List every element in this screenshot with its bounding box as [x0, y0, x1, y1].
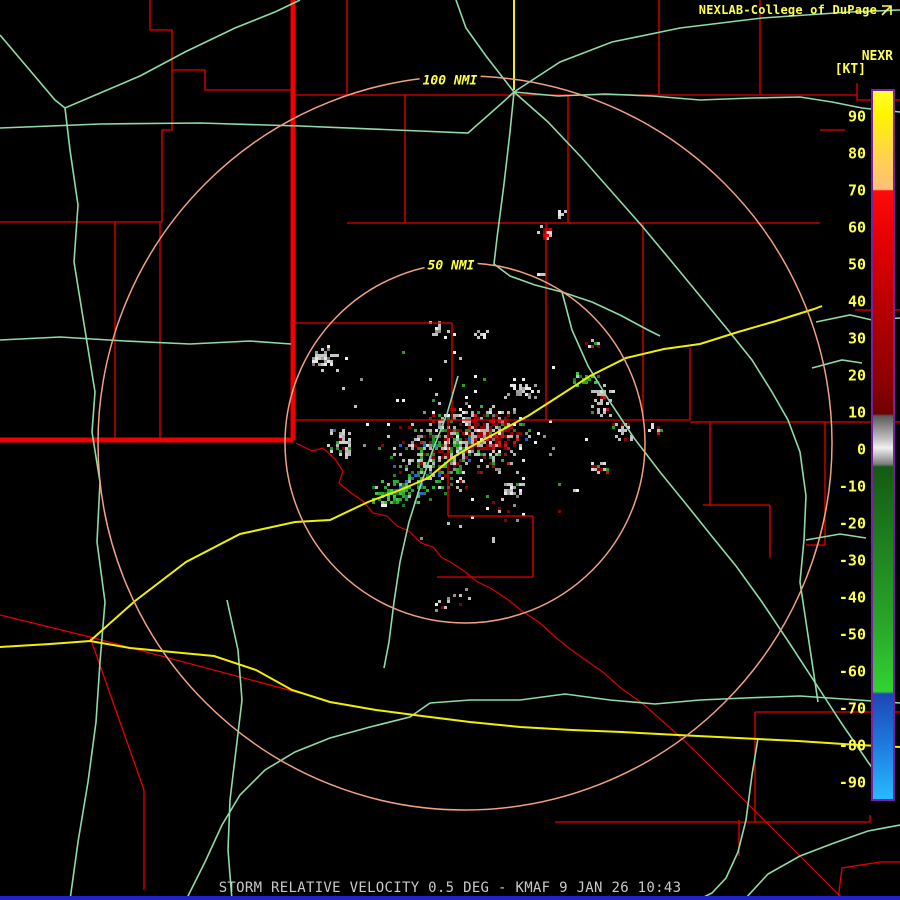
brand-text: NEXLAB-College of DuPage — [698, 3, 877, 17]
colorbar-tick-label: 80 — [847, 144, 866, 163]
colorbar-tick-label: 90 — [847, 107, 866, 126]
colorbar-tick-label: -70 — [838, 699, 866, 718]
colorbar-tick-label: 20 — [847, 366, 866, 385]
product-label: NEXR — [861, 49, 893, 64]
radar-map-canvas — [0, 0, 900, 900]
yellow-roads-layer — [0, 0, 900, 748]
colorbar-tick-label: 50 — [847, 255, 866, 274]
range-ring-label-50nmi: 50 NMI — [424, 258, 478, 274]
colorbar-tick-label: 60 — [847, 218, 866, 237]
colorbar-units-label: [KT] — [834, 62, 866, 77]
colorbar-tick-label: -40 — [838, 588, 866, 607]
radar-viewer: NEXLAB-College of DuPage NEXR [KT] 90 80 7… — [0, 0, 900, 900]
echo-layer — [312, 210, 663, 612]
colorbar-tick-label: 70 — [847, 181, 866, 200]
colorbar-tick-label: -90 — [838, 773, 866, 792]
colorbar-tick-label: -20 — [838, 514, 866, 533]
colorbar-tick-label: 30 — [847, 329, 866, 348]
velocity-colorbar — [871, 89, 895, 801]
brand: NEXLAB-College of DuPage — [699, 3, 892, 17]
flag-icon — [881, 4, 892, 16]
colorbar-tick-label: 0 — [856, 440, 866, 459]
colorbar-tick-label: -30 — [838, 551, 866, 570]
colorbar-tick-label: -50 — [838, 625, 866, 644]
colorbar-tick-label: 40 — [847, 292, 866, 311]
product-status-text: STORM RELATIVE VELOCITY 0.5 DEG - KMAF 9… — [218, 880, 682, 896]
bottom-blue-strip — [0, 896, 900, 900]
range-ring-label-100nmi: 100 NMI — [419, 73, 481, 89]
colorbar-tick-label: -60 — [838, 662, 866, 681]
colorbar-tick-label: 10 — [847, 403, 866, 422]
colorbar-tick-label: -80 — [838, 736, 866, 755]
colorbar-tick-label: -10 — [838, 477, 866, 496]
